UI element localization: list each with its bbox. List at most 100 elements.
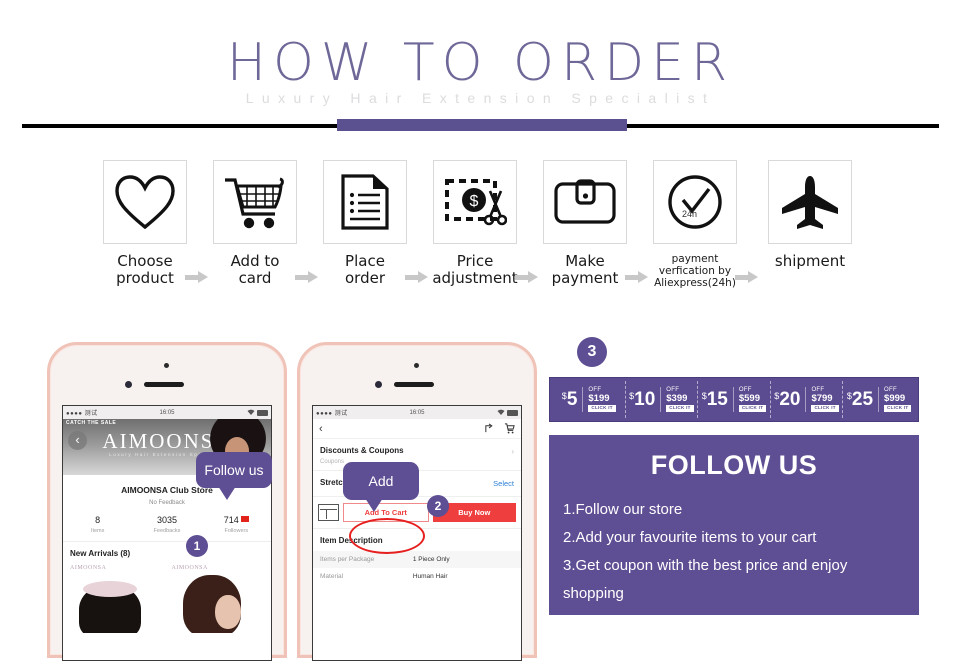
follow-step: 1.Follow our store <box>563 501 683 518</box>
svg-text:$: $ <box>470 193 479 210</box>
description-value: Human Hair <box>412 573 448 580</box>
follow-plus-icon[interactable] <box>240 516 249 522</box>
step-label: Price adjustment <box>427 253 523 287</box>
follow-step: shopping <box>563 585 624 602</box>
product-card[interactable]: AIMOONSA <box>67 563 166 633</box>
back-chevron-icon[interactable]: ‹ <box>319 423 323 435</box>
select-link[interactable]: Select <box>493 479 514 488</box>
purchase-action-bar: Add To Cart Buy Now <box>313 497 521 529</box>
stat-value-text: 714 <box>223 515 239 525</box>
store-stats: 8 Items 3035 Feedbacks 714 Followers <box>63 515 271 542</box>
step-icon-box <box>323 160 407 244</box>
step-arrow-icon <box>625 271 649 283</box>
stat-followers[interactable]: 714 Followers <box>202 515 271 534</box>
share-icon[interactable] <box>484 423 495 434</box>
clock-check-icon: 24h <box>668 175 722 229</box>
navbar-actions <box>484 423 515 434</box>
coupon-item[interactable]: $20 OFF $799 CLICK IT <box>771 381 844 418</box>
follow-step: 3.Get coupon with the best price and enj… <box>563 557 848 574</box>
coupon-item[interactable]: $10 OFF $399 CLICK IT <box>626 381 699 418</box>
page-subtitle: Luxury Hair Extension Specialist <box>245 90 716 106</box>
steps-row: Choose product Add to card Place order $… <box>0 160 961 300</box>
description-value: 1 Piece Only <box>412 556 450 563</box>
step-label-line1: Choose <box>117 252 173 270</box>
phone1-statusbar: ●●●● 测试 16:05 <box>63 406 271 419</box>
step-label-line3: Aliexpress(24h) <box>654 277 736 289</box>
stat-value: 8 <box>95 515 101 525</box>
wifi-icon <box>497 409 505 415</box>
price-adjust-icon: $ <box>445 179 507 226</box>
phone-mockup-store: ●●●● 测试 16:05 CATCH THE SALE ‹ AIMOONSA … <box>47 342 287 661</box>
step-choose-product: Choose product <box>97 160 193 287</box>
step-badge-3: 3 <box>577 337 607 367</box>
header-divider-accent <box>337 119 627 131</box>
step-label-line2: verfication by <box>658 265 732 277</box>
step-price-adjustment: $ Price adjustment <box>427 160 523 287</box>
statusbar-indicators <box>247 409 268 416</box>
stat-feedbacks[interactable]: 3035 Feedbacks <box>132 515 201 534</box>
product-card[interactable]: AIMOONSA <box>168 563 267 633</box>
product-grid: AIMOONSA AIMOONSA <box>63 563 271 633</box>
step-label-line1: Make <box>565 252 605 270</box>
coupon-threshold: $799 <box>811 393 833 404</box>
step-shipment: shipment <box>762 160 858 270</box>
wallet-icon <box>554 179 616 224</box>
coupon-amount: $20 <box>774 390 800 409</box>
phone2-statusbar: ●●●● 测试 16:05 <box>313 406 521 419</box>
statusbar-time: 16:05 <box>409 409 425 416</box>
store-icon[interactable] <box>318 504 339 521</box>
coupon-click-button[interactable]: CLICK IT <box>811 404 839 412</box>
description-key: Material <box>320 573 344 580</box>
step-label-line1: shipment <box>774 252 846 270</box>
product-watermark: AIMOONSA <box>70 565 107 571</box>
battery-icon <box>507 409 518 416</box>
step-label-line1: Price <box>456 252 494 270</box>
coupon-click-button[interactable]: CLICK IT <box>588 404 616 412</box>
step-icon-box: $ <box>433 160 517 244</box>
description-row: Items per Package 1 Piece Only <box>313 551 521 568</box>
cart-icon[interactable] <box>504 423 515 434</box>
step-label: Make payment <box>537 253 633 287</box>
step-icon-box <box>103 160 187 244</box>
add-bubble: Add <box>343 462 419 512</box>
phone-sensor-icon <box>414 363 419 368</box>
stat-label: Items <box>90 528 105 534</box>
step-place-order: Place order <box>317 160 413 287</box>
step-badge-2: 2 <box>427 495 449 517</box>
coupon-item[interactable]: $5 OFF $199 CLICK IT <box>553 381 626 418</box>
item-description-heading: Item Description <box>320 536 383 545</box>
coupon-click-button[interactable]: CLICK IT <box>738 404 767 412</box>
step-icon-box: 24h <box>653 160 737 244</box>
phone-speaker-icon <box>144 382 184 387</box>
product-model-face <box>214 595 241 629</box>
coupon-value: 20 <box>779 389 801 410</box>
coupon-threshold: $599 <box>738 393 760 404</box>
step-arrow-icon <box>735 271 759 283</box>
coupon-click-button[interactable]: CLICK IT <box>666 404 694 412</box>
step-arrow-icon <box>185 271 209 283</box>
document-icon <box>341 174 389 230</box>
coupon-value: 5 <box>566 389 578 410</box>
coupon-strip: $5 OFF $199 CLICK IT $10 OFF $399 CLICK … <box>549 377 919 422</box>
step-arrow-icon <box>295 271 319 283</box>
coupon-threshold: $999 <box>884 393 906 404</box>
step-icon-box <box>768 160 852 244</box>
stat-items[interactable]: 8 Items <box>63 515 132 534</box>
add-to-cart-button[interactable]: Add To Cart <box>343 503 429 522</box>
statusbar-indicators <box>497 409 518 416</box>
description-key: Items per Package <box>320 556 375 563</box>
step-label: Place order <box>317 253 413 287</box>
coupon-click-button[interactable]: CLICK IT <box>884 404 912 412</box>
coupon-item[interactable]: $15 OFF $599 CLICK IT <box>698 381 771 418</box>
step-arrow-icon <box>515 271 539 283</box>
step-label-line2: order <box>345 269 385 287</box>
coupon-threshold: $399 <box>666 393 688 404</box>
product-image <box>79 581 141 633</box>
step-label-line1: payment <box>671 253 719 265</box>
step-label-line1: Add to <box>230 252 280 270</box>
phone-mockup-product: ●●●● 测试 16:05 ‹ Discounts & Coupons Coup… <box>297 342 537 661</box>
chevron-right-icon: › <box>511 447 514 456</box>
coupon-item[interactable]: $25 OFF $999 CLICK IT <box>843 381 915 418</box>
phone1-screen: ●●●● 测试 16:05 CATCH THE SALE ‹ AIMOONSA … <box>62 405 272 661</box>
stat-value: 714 <box>202 515 271 525</box>
